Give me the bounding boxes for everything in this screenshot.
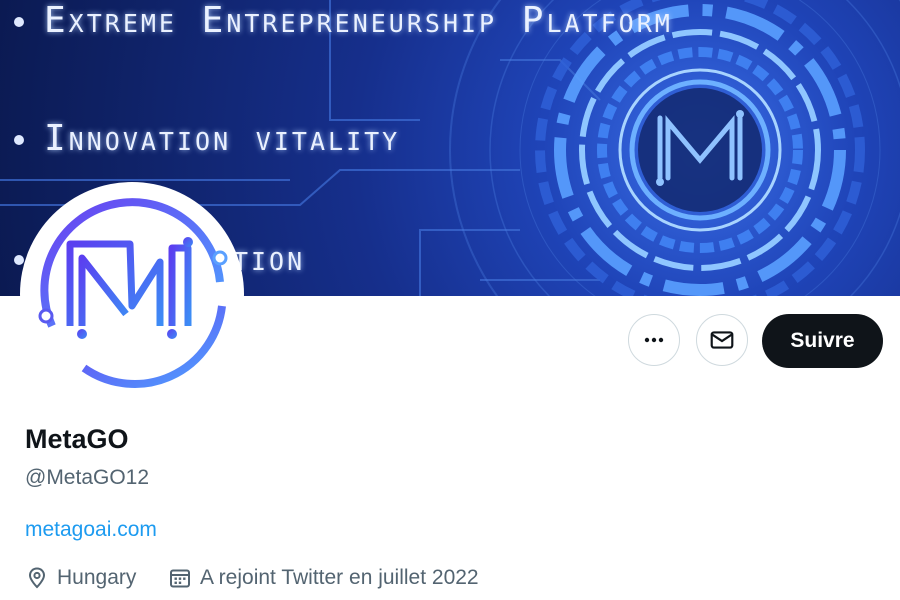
bullet-icon [14, 255, 24, 265]
website-link[interactable]: metagoai.com [25, 518, 157, 542]
location-text: Hungary [57, 566, 137, 589]
calendar-icon [170, 569, 190, 588]
display-name: MetaGO [25, 424, 129, 454]
more-options-button[interactable] [628, 314, 680, 366]
more-dots-icon [644, 337, 664, 343]
join-date-text: A rejoint Twitter en juillet 2022 [200, 566, 479, 589]
envelope-icon [710, 331, 734, 349]
banner-line-1-text: Extreme Entrepreneurship Platform [44, 0, 673, 41]
follow-button[interactable]: Suivre [762, 314, 883, 368]
join-date: A rejoint Twitter en juillet 2022 [168, 566, 479, 590]
banner-line-2-text: Innovation vitality [44, 118, 401, 159]
banner-line-2: Innovation vitality [14, 118, 400, 159]
location: Hungary [25, 566, 136, 590]
location-pin-icon [28, 567, 46, 589]
bullet-icon [14, 17, 24, 27]
metago-logo-icon [38, 198, 228, 388]
bullet-icon [14, 135, 24, 145]
user-handle: @MetaGO12 [25, 466, 150, 489]
banner-line-1: Extreme Entrepreneurship Platform [14, 0, 673, 41]
avatar[interactable] [24, 186, 240, 402]
message-button[interactable] [696, 314, 748, 366]
